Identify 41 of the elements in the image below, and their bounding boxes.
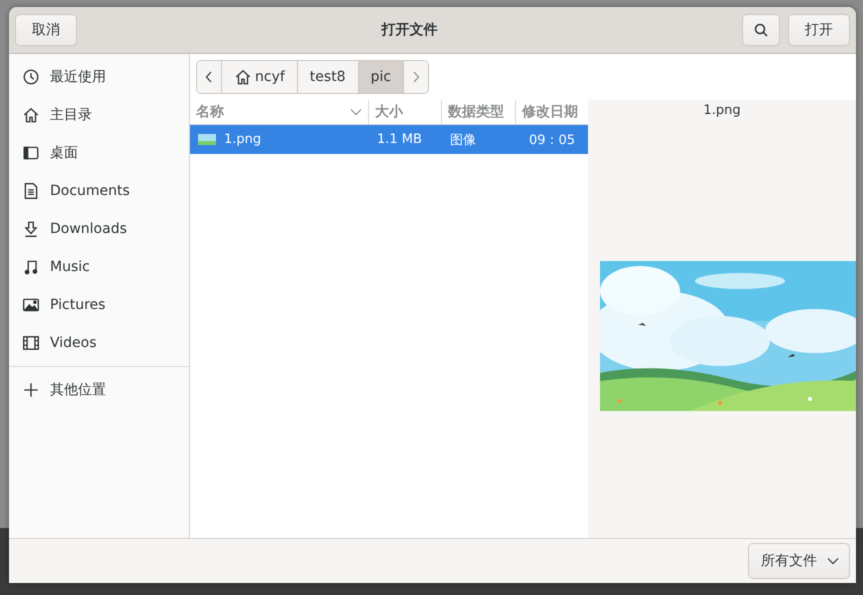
desktop-icon <box>22 144 40 162</box>
download-icon <box>22 220 40 238</box>
image-thumbnail-icon <box>198 134 216 145</box>
sidebar-item[interactable]: Music <box>9 248 189 286</box>
filter-dropdown[interactable]: 所有文件 <box>748 543 850 579</box>
home-icon <box>22 106 40 124</box>
clock-icon <box>22 68 40 86</box>
file-row[interactable]: 1.png 1.1 MB 图像 09：05 <box>190 125 588 154</box>
path-segment[interactable]: pic <box>358 61 404 93</box>
sidebar-item[interactable]: Videos <box>9 324 189 362</box>
sidebar-item[interactable]: 其他位置 <box>9 371 189 409</box>
image-icon <box>22 296 40 314</box>
caret-icon <box>827 557 839 565</box>
preview-filename: 1.png <box>703 103 741 118</box>
plus-icon <box>22 381 40 399</box>
path-segment[interactable]: ncyf <box>222 61 298 93</box>
file-modified: 09：05 <box>528 132 576 148</box>
film-icon <box>22 334 40 352</box>
chevron-right-icon <box>412 71 420 83</box>
home-icon <box>234 68 252 86</box>
sidebar-item[interactable]: Pictures <box>9 286 189 324</box>
cancel-button[interactable]: 取消 <box>15 14 77 46</box>
sidebar-item[interactable]: 主目录 <box>9 96 189 134</box>
forward-button[interactable] <box>404 61 428 93</box>
chevron-left-icon <box>205 71 213 83</box>
search-icon <box>753 22 769 38</box>
file-name: 1.png <box>224 132 262 147</box>
sort-caret-icon <box>350 108 362 116</box>
search-button[interactable] <box>742 14 780 46</box>
music-note-icon <box>22 258 40 276</box>
sidebar-item[interactable]: 桌面 <box>9 134 189 172</box>
sidebar-item[interactable]: 最近使用 <box>9 58 189 96</box>
file-size: 1.1 MB <box>376 132 423 147</box>
document-icon <box>22 182 40 200</box>
sidebar-item[interactable]: Downloads <box>9 210 189 248</box>
file-type: 图像 <box>449 132 477 148</box>
open-button[interactable]: 打开 <box>788 14 850 46</box>
window-title: 打开文件 <box>380 21 438 39</box>
sidebar-item[interactable]: Documents <box>9 172 189 210</box>
path-segment[interactable]: test8 <box>298 61 359 93</box>
back-button[interactable] <box>197 61 222 93</box>
